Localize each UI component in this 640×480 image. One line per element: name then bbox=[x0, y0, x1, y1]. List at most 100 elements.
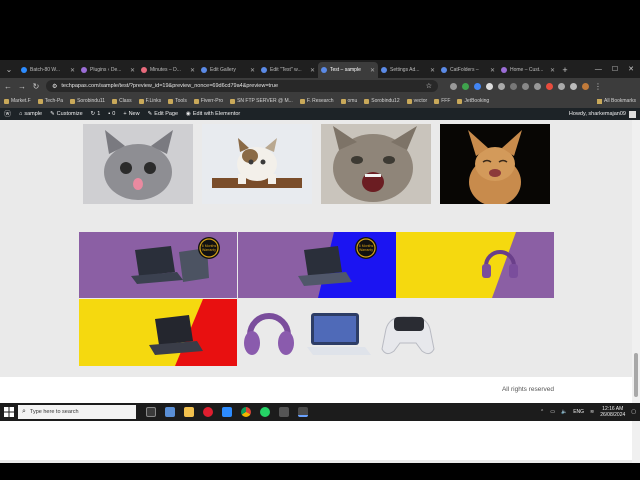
browser-tab[interactable]: Minutes – D... ✕ bbox=[138, 62, 198, 78]
minimize-icon[interactable]: — bbox=[595, 66, 602, 73]
file-manager-icon[interactable] bbox=[184, 407, 194, 417]
network-icon[interactable]: ▭ bbox=[550, 409, 555, 415]
bookmark-item[interactable]: Market.F bbox=[4, 98, 31, 104]
browser-tab[interactable]: Home – Cust... ✕ bbox=[498, 62, 558, 78]
tab-search-icon[interactable]: ⌄ bbox=[0, 60, 18, 78]
extension-icon[interactable] bbox=[462, 82, 469, 90]
browser-tab[interactable]: Settings Ad... ✕ bbox=[378, 62, 438, 78]
tab-label: Edit Gallery bbox=[210, 67, 236, 73]
bookmark-item[interactable]: Fiverr-Pro bbox=[193, 98, 223, 104]
tab-close-icon[interactable]: ✕ bbox=[70, 67, 75, 74]
extension-icon[interactable] bbox=[450, 82, 457, 90]
extension-icon[interactable] bbox=[534, 82, 541, 90]
extension-icon[interactable] bbox=[486, 82, 493, 90]
banner-laptop-yellow-red[interactable] bbox=[79, 299, 237, 366]
browser-tab[interactable]: Test – sample ✕ bbox=[318, 62, 378, 78]
gallery-image-hissing-cat[interactable] bbox=[321, 124, 431, 204]
banner-headphones-yellow-purple[interactable] bbox=[396, 232, 554, 298]
tab-close-icon[interactable]: ✕ bbox=[130, 67, 135, 74]
extension-icon[interactable] bbox=[474, 82, 481, 90]
file-explorer-icon[interactable] bbox=[165, 407, 175, 417]
tab-close-icon[interactable]: ✕ bbox=[190, 67, 195, 74]
new-link[interactable]: + New bbox=[123, 111, 139, 117]
elementor-link[interactable]: ◉ Edit with Elementor bbox=[186, 111, 240, 117]
task-view-icon[interactable] bbox=[146, 407, 156, 417]
tab-close-icon[interactable]: ✕ bbox=[430, 67, 435, 74]
taskbar-search[interactable]: ⌕ Type here to search bbox=[18, 405, 136, 419]
bookmark-star-icon[interactable]: ☆ bbox=[426, 82, 432, 90]
maximize-icon[interactable]: ☐ bbox=[612, 65, 618, 73]
forward-icon[interactable]: → bbox=[18, 82, 26, 91]
comments-link[interactable]: ▪ 0 bbox=[108, 111, 115, 117]
customize-link[interactable]: ✎ Customize bbox=[50, 111, 83, 117]
volume-icon[interactable]: 🔈 bbox=[561, 409, 567, 415]
banner-laptops-purple[interactable]: 6 Months Warranty bbox=[79, 232, 237, 298]
gallery-image-cat-on-table[interactable] bbox=[202, 124, 312, 204]
bookmark-item[interactable]: Tools bbox=[168, 98, 187, 104]
product-image-tablet[interactable] bbox=[305, 299, 373, 366]
browser-tab[interactable]: CatFolders – ✕ bbox=[438, 62, 498, 78]
scrollbar-thumb[interactable] bbox=[634, 353, 638, 397]
bookmark-item[interactable]: JetBooking bbox=[457, 98, 489, 104]
language-indicator[interactable]: ENG bbox=[573, 409, 584, 415]
bookmark-item[interactable]: Sorobindu11 bbox=[70, 98, 105, 104]
close-window-icon[interactable]: ✕ bbox=[628, 65, 634, 73]
browser-tab[interactable]: Edit Gallery ✕ bbox=[198, 62, 258, 78]
product-image-headphones[interactable] bbox=[238, 299, 300, 366]
extensions-puzzle-icon[interactable] bbox=[570, 82, 577, 90]
bookmark-item[interactable]: vector bbox=[406, 98, 427, 104]
windows-start-icon[interactable] bbox=[0, 403, 18, 421]
bookmark-item[interactable]: omu bbox=[340, 98, 357, 104]
profile-avatar[interactable] bbox=[582, 82, 589, 90]
tab-close-icon[interactable]: ✕ bbox=[250, 67, 255, 74]
bookmark-item[interactable]: F.Links bbox=[138, 98, 161, 104]
bookmark-item[interactable]: FFF bbox=[434, 98, 450, 104]
search-icon: ⌕ bbox=[22, 408, 26, 415]
whatsapp-icon[interactable] bbox=[260, 407, 270, 417]
updates-link[interactable]: ↻ 1 bbox=[91, 111, 101, 117]
bookmark-item[interactable]: F. Research bbox=[299, 98, 334, 104]
tab-close-icon[interactable]: ✕ bbox=[490, 67, 495, 74]
opera-icon[interactable] bbox=[203, 407, 213, 417]
extension-icon[interactable] bbox=[498, 82, 505, 90]
browser-menu-icon[interactable]: ⋮ bbox=[594, 82, 602, 91]
tab-close-icon[interactable]: ✕ bbox=[310, 67, 315, 74]
taskbar-clock[interactable]: 12:16 AM 26/08/2024 bbox=[600, 406, 625, 418]
home-icon: ⌂ bbox=[19, 111, 23, 117]
wordpress-logo-icon[interactable]: ⓦ bbox=[4, 109, 11, 119]
chrome-active-icon[interactable] bbox=[298, 407, 308, 417]
address-bar[interactable]: ⚙ techpapas.com/sample/test/?preview_id=… bbox=[46, 80, 438, 92]
notification-icon[interactable]: ▢ bbox=[631, 409, 636, 415]
wifi-icon[interactable]: ≋ bbox=[590, 409, 594, 415]
extension-icon[interactable] bbox=[546, 82, 553, 90]
bookmark-item[interactable]: SN FTP SERVER @ M... bbox=[230, 98, 293, 104]
banner-laptop-purple-blue[interactable]: 6 Months Warranty bbox=[238, 232, 396, 298]
browser-tab[interactable]: Batch-80 W... ✕ bbox=[18, 62, 78, 78]
customize-label: Customize bbox=[56, 111, 83, 117]
extension-icon[interactable] bbox=[558, 82, 565, 90]
gallery-image-smiling-kitten[interactable] bbox=[440, 124, 550, 204]
extension-icon[interactable] bbox=[522, 82, 529, 90]
all-bookmarks-button[interactable]: All Bookmarks bbox=[597, 98, 636, 104]
zoom-icon[interactable] bbox=[222, 407, 232, 417]
tab-close-icon[interactable]: ✕ bbox=[550, 67, 555, 74]
pen-tool-icon[interactable] bbox=[279, 407, 289, 417]
new-tab-button[interactable]: + bbox=[558, 62, 572, 78]
bookmark-item[interactable]: Class bbox=[112, 98, 132, 104]
site-info-icon[interactable]: ⚙ bbox=[52, 83, 57, 90]
back-icon[interactable]: ← bbox=[4, 82, 12, 91]
bookmark-item[interactable]: Sorobindu12 bbox=[364, 98, 400, 104]
tab-close-icon[interactable]: ✕ bbox=[370, 67, 375, 74]
extension-icon[interactable] bbox=[510, 82, 517, 90]
browser-tab[interactable]: Plugins ‹ De... ✕ bbox=[78, 62, 138, 78]
reload-icon[interactable]: ↻ bbox=[32, 82, 40, 91]
site-name-link[interactable]: ⌂ sample bbox=[19, 111, 42, 117]
edit-page-link[interactable]: ✎ Edit Page bbox=[148, 111, 178, 117]
bookmark-item[interactable]: Tech-Pa bbox=[37, 98, 63, 104]
tray-chevron-icon[interactable]: ⌃ bbox=[540, 409, 544, 415]
product-image-game-controller[interactable] bbox=[380, 299, 438, 366]
account-menu[interactable]: Howdy, sharkemajan09 bbox=[569, 110, 636, 118]
browser-tab[interactable]: Edit "Test" w... ✕ bbox=[258, 62, 318, 78]
gallery-image-grey-kitten[interactable] bbox=[83, 124, 193, 204]
chrome-icon[interactable] bbox=[241, 407, 251, 417]
